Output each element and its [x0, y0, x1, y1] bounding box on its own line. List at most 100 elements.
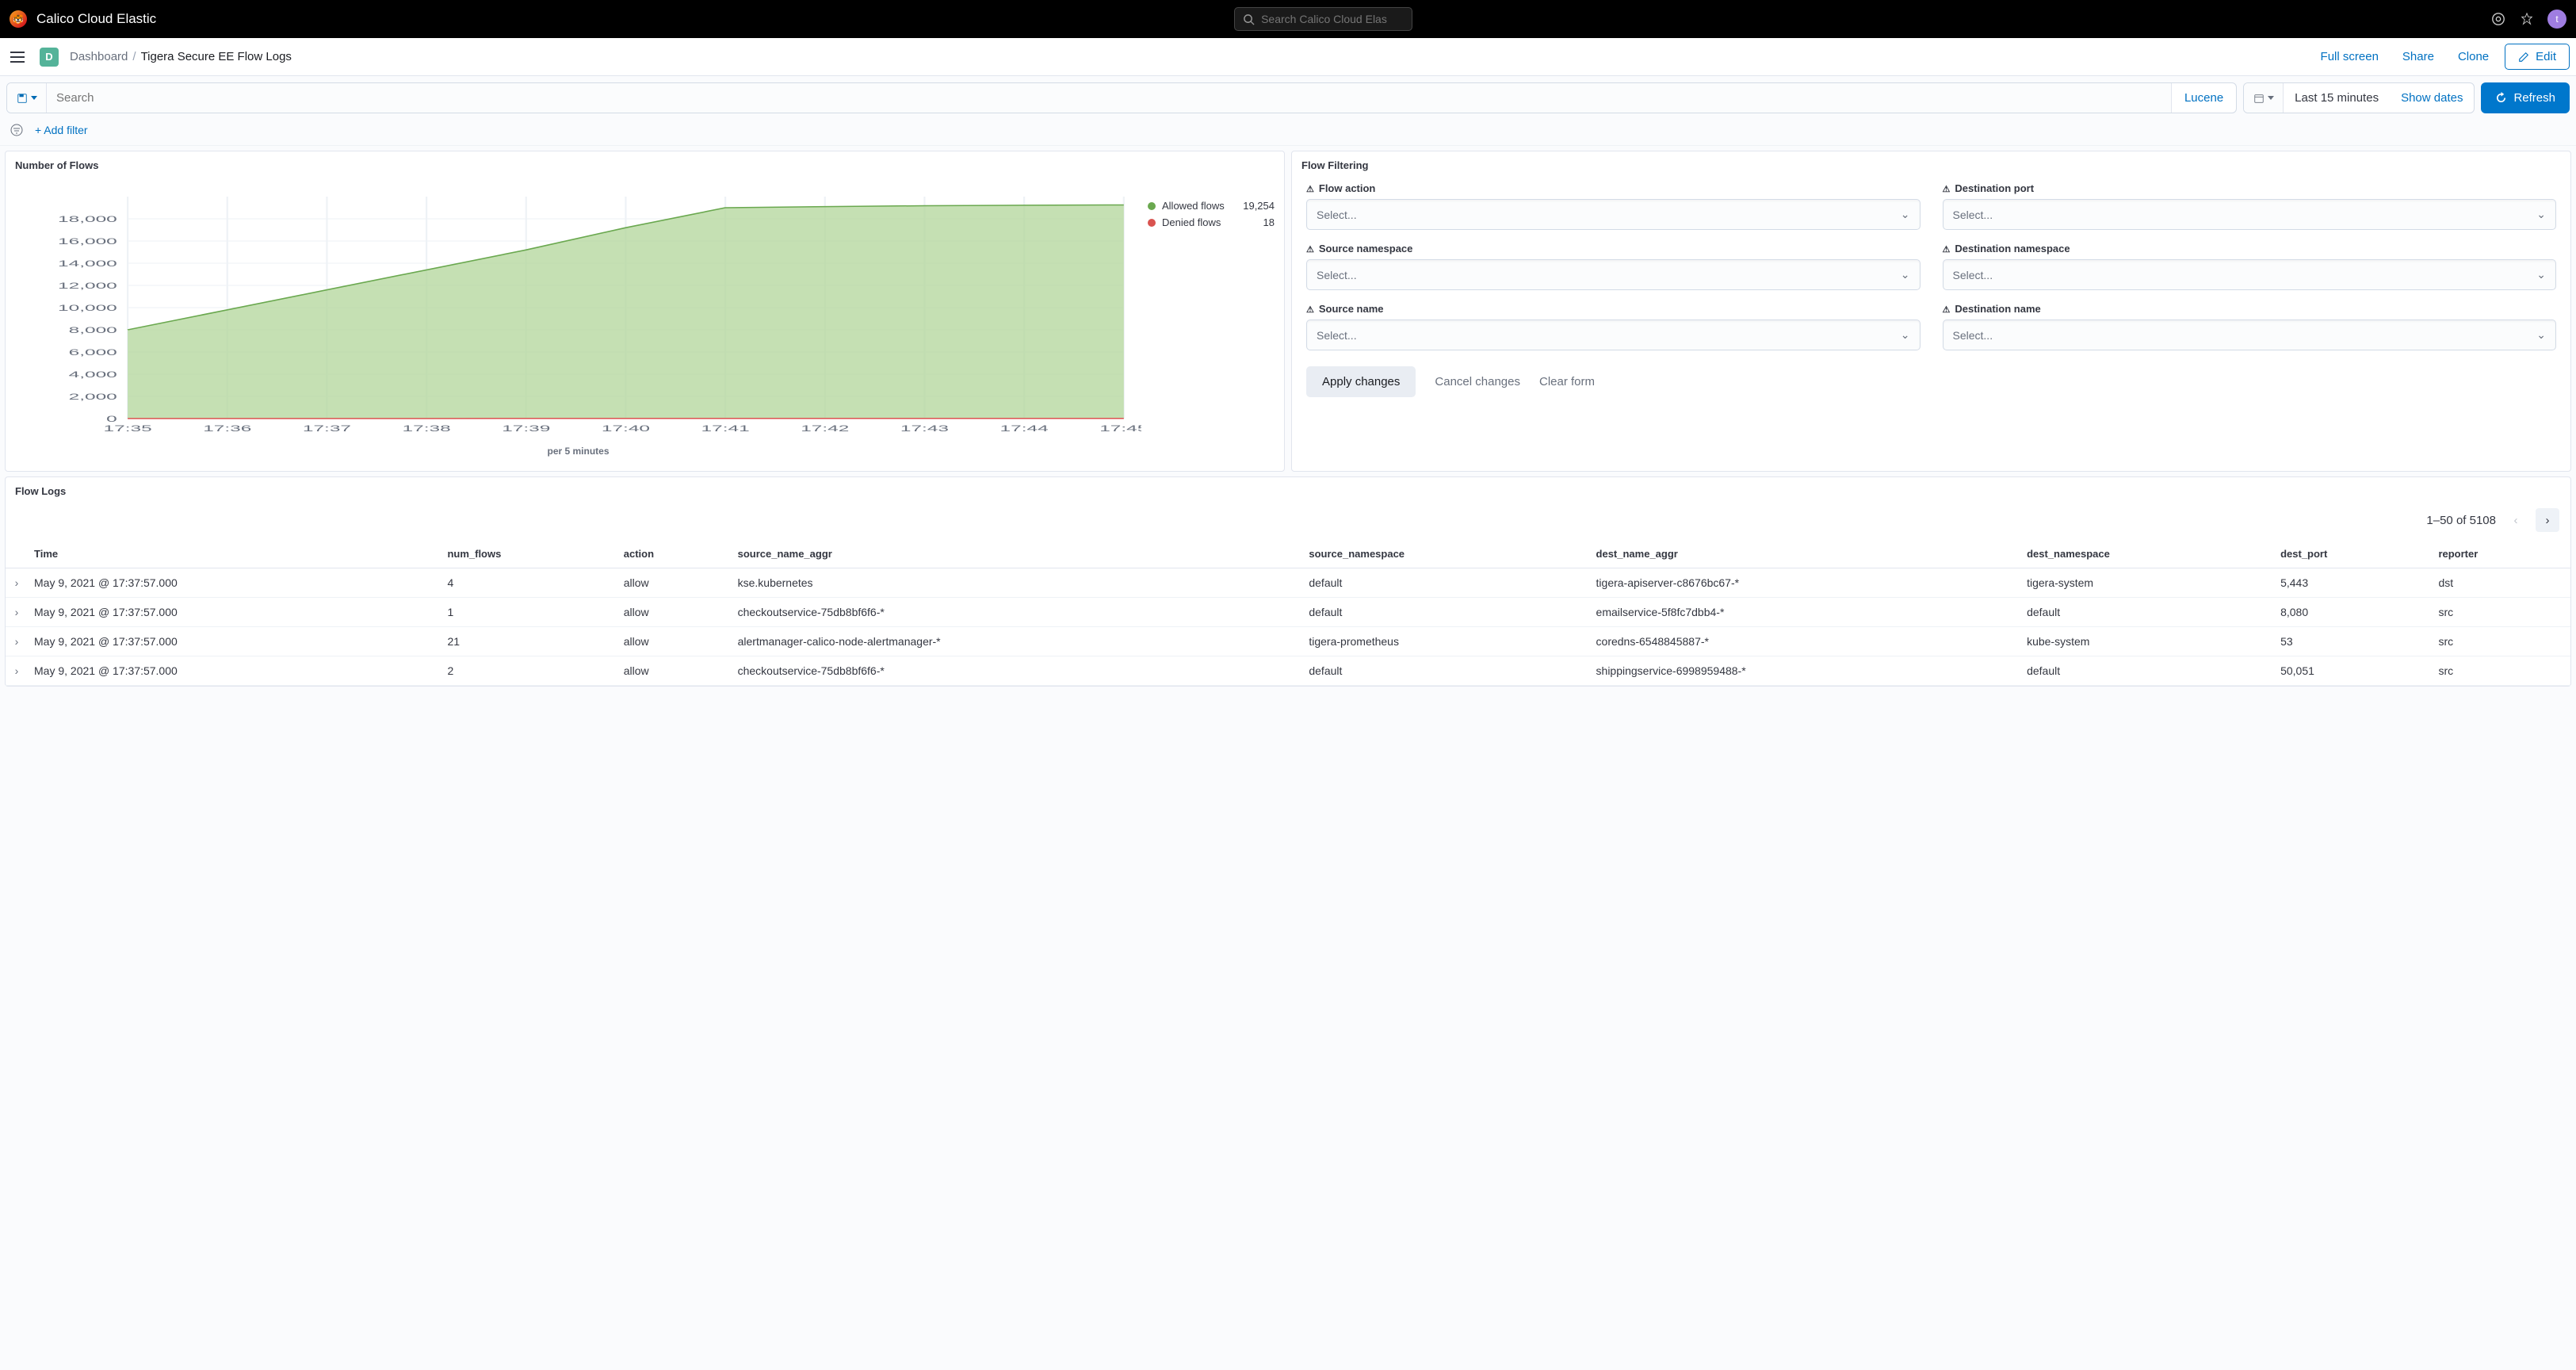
dest-port-select[interactable]: Select...⌄ — [1943, 199, 2557, 230]
source-ns-label: Source namespace — [1306, 243, 1921, 254]
svg-text:10,000: 10,000 — [58, 304, 117, 313]
svg-text:17:40: 17:40 — [602, 424, 650, 434]
cell-reporter: src — [2432, 656, 2570, 686]
help-icon[interactable] — [2490, 11, 2506, 27]
svg-text:17:44: 17:44 — [1000, 424, 1049, 434]
source-name-select[interactable]: Select...⌄ — [1306, 320, 1921, 350]
cell-action: allow — [617, 627, 732, 656]
saved-query-button[interactable] — [7, 83, 47, 113]
source-ns-select[interactable]: Select...⌄ — [1306, 259, 1921, 290]
cell-dest-port: 50,051 — [2274, 656, 2432, 686]
svg-text:17:45: 17:45 — [1099, 424, 1141, 434]
table-row: ›May 9, 2021 @ 17:37:57.0004allowkse.kub… — [6, 568, 2570, 598]
column-header[interactable]: num_flows — [441, 540, 617, 568]
cell-source-name: kse.kubernetes — [732, 568, 1303, 598]
chevron-down-icon: ⌄ — [2536, 268, 2546, 281]
expand-row-button[interactable]: › — [6, 627, 28, 656]
dest-ns-label: Destination namespace — [1943, 243, 2557, 254]
cancel-changes-button[interactable]: Cancel changes — [1435, 375, 1520, 388]
refresh-icon — [2495, 92, 2507, 104]
legend-label-text: Allowed flows — [1162, 200, 1225, 212]
column-header[interactable]: action — [617, 540, 732, 568]
cell-dest-ns: default — [2020, 656, 2274, 686]
clone-link[interactable]: Clone — [2450, 45, 2497, 68]
flow-action-select[interactable]: Select...⌄ — [1306, 199, 1921, 230]
date-range-label[interactable]: Last 15 minutes — [2284, 83, 2390, 113]
chevron-down-icon: ⌄ — [1901, 208, 1910, 221]
cell-dest-port: 8,080 — [2274, 598, 2432, 627]
cell-source-ns: default — [1302, 598, 1589, 627]
refresh-button-label: Refresh — [2513, 91, 2555, 105]
clear-form-button[interactable]: Clear form — [1539, 375, 1595, 388]
column-header[interactable]: dest_namespace — [2020, 540, 2274, 568]
column-header[interactable]: source_name_aggr — [732, 540, 1303, 568]
apply-changes-button[interactable]: Apply changes — [1306, 366, 1416, 397]
cell-action: allow — [617, 656, 732, 686]
flow-filter-panel: Flow Filtering Flow action Select...⌄ De… — [1291, 151, 2571, 472]
chevron-down-icon: ⌄ — [2536, 208, 2546, 221]
refresh-button[interactable]: Refresh — [2481, 82, 2570, 113]
show-dates-link[interactable]: Show dates — [2390, 83, 2474, 113]
fullscreen-link[interactable]: Full screen — [2313, 45, 2387, 68]
query-language-toggle[interactable]: Lucene — [2171, 83, 2236, 113]
warning-icon — [1306, 243, 1316, 254]
column-header[interactable]: Time — [28, 540, 441, 568]
legend-dot-icon — [1148, 219, 1156, 227]
global-search[interactable] — [1234, 7, 1412, 31]
svg-text:17:38: 17:38 — [403, 424, 451, 434]
flow-action-label: Flow action — [1306, 182, 1921, 194]
column-header[interactable]: source_namespace — [1302, 540, 1589, 568]
flow-logs-panel: Flow Logs 1–50 of 5108 ‹ › Timenum_flows… — [5, 476, 2571, 687]
dest-name-select[interactable]: Select...⌄ — [1943, 320, 2557, 350]
global-search-input[interactable] — [1261, 13, 1404, 25]
legend-item[interactable]: Allowed flows19,254 — [1148, 200, 1275, 212]
share-link[interactable]: Share — [2394, 45, 2442, 68]
cell-dest-name: emailservice-5f8fc7dbb4-* — [1590, 598, 2021, 627]
breadcrumb-root[interactable]: Dashboard — [70, 50, 128, 63]
column-header[interactable]: dest_name_aggr — [1590, 540, 2021, 568]
cell-dest-ns: default — [2020, 598, 2274, 627]
query-input[interactable] — [47, 83, 2171, 113]
chart-xlabel: per 5 minutes — [15, 446, 1141, 457]
nav-menu-button[interactable] — [6, 46, 29, 68]
source-name-label: Source name — [1306, 303, 1921, 315]
user-avatar[interactable]: t — [2547, 10, 2566, 29]
warning-icon — [1306, 303, 1316, 315]
chevron-down-icon: ⌄ — [2536, 328, 2546, 342]
svg-text:17:35: 17:35 — [104, 424, 152, 434]
cell-dest-ns: tigera-system — [2020, 568, 2274, 598]
pager-prev-button[interactable]: ‹ — [2504, 508, 2528, 532]
svg-text:17:39: 17:39 — [502, 424, 550, 434]
breadcrumb: Dashboard / Tigera Secure EE Flow Logs — [70, 50, 292, 63]
expand-row-button[interactable]: › — [6, 598, 28, 627]
cell-numflows: 1 — [441, 598, 617, 627]
legend-item[interactable]: Denied flows18 — [1148, 216, 1275, 228]
date-quick-button[interactable] — [2244, 83, 2284, 113]
expand-row-button[interactable]: › — [6, 656, 28, 686]
svg-text:8,000: 8,000 — [69, 326, 117, 335]
legend-value: 18 — [1263, 216, 1275, 228]
svg-text:17:43: 17:43 — [900, 424, 949, 434]
space-badge[interactable]: D — [40, 48, 59, 67]
dest-port-label: Destination port — [1943, 182, 2557, 194]
svg-text:2,000: 2,000 — [69, 392, 117, 402]
save-icon — [17, 93, 28, 104]
expand-row-button[interactable]: › — [6, 568, 28, 598]
legend-dot-icon — [1148, 202, 1156, 210]
svg-text:17:37: 17:37 — [303, 424, 351, 434]
breadcrumb-sep: / — [132, 50, 136, 63]
newsfeed-icon[interactable] — [2519, 11, 2535, 27]
chevron-down-icon: ⌄ — [1901, 328, 1910, 342]
column-header[interactable]: dest_port — [2274, 540, 2432, 568]
app-logo: 🐯 — [10, 10, 27, 28]
svg-text:4,000: 4,000 — [69, 370, 117, 380]
pager-next-button[interactable]: › — [2536, 508, 2559, 532]
cell-dest-ns: kube-system — [2020, 627, 2274, 656]
column-header[interactable]: reporter — [2432, 540, 2570, 568]
edit-button[interactable]: Edit — [2505, 44, 2570, 70]
filter-settings-icon[interactable] — [10, 123, 24, 137]
add-filter-link[interactable]: + Add filter — [35, 124, 88, 136]
cell-numflows: 2 — [441, 656, 617, 686]
dest-ns-select[interactable]: Select...⌄ — [1943, 259, 2557, 290]
cell-reporter: dst — [2432, 568, 2570, 598]
